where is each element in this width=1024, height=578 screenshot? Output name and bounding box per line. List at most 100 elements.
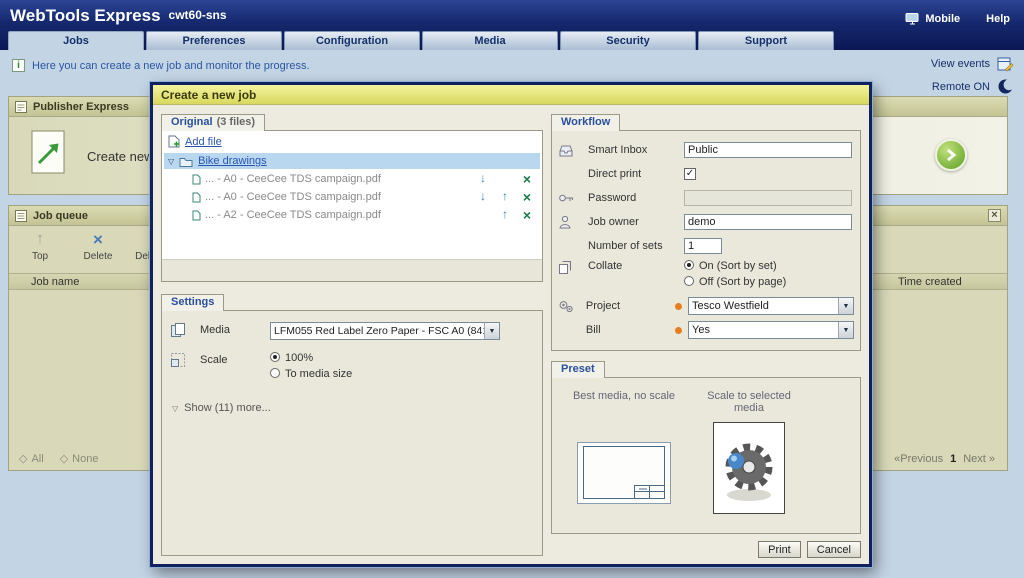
dropdown-arrow-icon[interactable] bbox=[484, 323, 499, 339]
scale-to-media-radio[interactable]: To media size bbox=[270, 368, 352, 380]
go-button[interactable] bbox=[935, 139, 967, 171]
password-icon bbox=[558, 192, 574, 204]
scale-100-radio[interactable]: 100% bbox=[270, 352, 352, 364]
folder-row[interactable]: Bike drawings bbox=[164, 153, 540, 169]
info-icon bbox=[12, 59, 25, 72]
tab-original[interactable]: Original (3 files) bbox=[161, 114, 265, 131]
media-select[interactable]: LFM055 Red Label Zero Paper - FSC A0 (84… bbox=[270, 322, 500, 340]
direct-print-checkbox[interactable] bbox=[684, 168, 696, 180]
settings-tab-label: Settings bbox=[171, 296, 214, 308]
view-events-link[interactable]: View events bbox=[931, 52, 1014, 75]
file-icon bbox=[192, 192, 201, 203]
next-page-link[interactable]: Next » bbox=[963, 453, 995, 465]
job-owner-icon bbox=[558, 215, 572, 229]
create-job-icon[interactable] bbox=[29, 129, 75, 175]
folder-link[interactable]: Bike drawings bbox=[198, 155, 266, 167]
media-value: LFM055 Red Label Zero Paper - FSC A0 (84… bbox=[271, 325, 484, 337]
help-label: Help bbox=[986, 13, 1010, 25]
top-icon bbox=[15, 230, 65, 251]
tab-configuration[interactable]: Configuration bbox=[284, 31, 420, 50]
smart-inbox-row: Smart Inbox bbox=[558, 138, 854, 162]
password-row: Password bbox=[558, 186, 854, 210]
move-down-icon[interactable] bbox=[472, 189, 494, 205]
help-link[interactable]: Help bbox=[986, 13, 1010, 25]
mobile-link[interactable]: Mobile bbox=[905, 12, 960, 25]
dialog-buttons: Print Cancel bbox=[758, 541, 861, 558]
tab-jobs[interactable]: Jobs bbox=[8, 31, 144, 50]
collapse-icon[interactable] bbox=[168, 157, 174, 166]
number-of-sets-input[interactable] bbox=[684, 238, 722, 254]
column-job-name[interactable]: Job name bbox=[31, 276, 79, 288]
preset-best-thumbnail[interactable] bbox=[577, 442, 671, 504]
project-select[interactable]: Tesco Westfield bbox=[688, 297, 854, 315]
media-icon bbox=[170, 322, 186, 338]
job-owner-input[interactable] bbox=[684, 214, 852, 230]
tab-preset[interactable]: Preset bbox=[551, 361, 605, 378]
remove-file-icon[interactable] bbox=[516, 171, 538, 187]
bill-label: Bill bbox=[586, 324, 675, 336]
collate-off-radio[interactable]: Off (Sort by page) bbox=[684, 276, 854, 288]
move-up-icon[interactable] bbox=[494, 189, 516, 205]
add-file-link[interactable]: Add file bbox=[185, 136, 222, 148]
select-all-icon bbox=[19, 452, 27, 465]
preset-box: Best media, no scale Scale to selected m… bbox=[551, 377, 861, 534]
original-tab-label: Original bbox=[171, 116, 213, 128]
tab-support[interactable]: Support bbox=[698, 31, 834, 50]
smart-inbox-input[interactable] bbox=[684, 142, 852, 158]
gear-image bbox=[714, 423, 784, 513]
preset-scale-label[interactable]: Scale to selected media bbox=[702, 390, 796, 414]
cancel-button[interactable]: Cancel bbox=[807, 541, 861, 558]
tab-preferences[interactable]: Preferences bbox=[146, 31, 282, 50]
tab-settings[interactable]: Settings bbox=[161, 294, 224, 311]
tab-workflow[interactable]: Workflow bbox=[551, 114, 620, 131]
move-up-icon[interactable] bbox=[494, 207, 516, 223]
tab-security[interactable]: Security bbox=[560, 31, 696, 50]
bill-row: Bill Yes bbox=[558, 318, 854, 342]
dropdown-arrow-icon[interactable] bbox=[838, 322, 853, 338]
dialog-title: Create a new job bbox=[153, 85, 869, 105]
remove-file-icon[interactable] bbox=[516, 189, 538, 205]
dropdown-arrow-icon[interactable] bbox=[838, 298, 853, 314]
collate-on-radio[interactable]: On (Sort by set) bbox=[684, 260, 854, 272]
collate-row: Collate On (Sort by set) Off (Sort by pa… bbox=[558, 258, 854, 294]
select-none-link[interactable]: None bbox=[60, 452, 99, 465]
top-button[interactable]: Top bbox=[15, 230, 65, 269]
move-down-icon[interactable] bbox=[472, 171, 494, 187]
close-icon[interactable] bbox=[988, 209, 1001, 222]
file-row[interactable]: ... - A0 - CeeCee TDS campaign.pdf bbox=[162, 188, 542, 206]
smart-inbox-icon bbox=[558, 143, 574, 157]
bill-select[interactable]: Yes bbox=[688, 321, 854, 339]
folder-icon bbox=[179, 156, 193, 167]
tab-media[interactable]: Media bbox=[422, 31, 558, 50]
remove-file-icon[interactable] bbox=[516, 207, 538, 223]
original-file-count: (3 files) bbox=[217, 116, 256, 128]
show-more-link[interactable]: Show (11) more... bbox=[172, 402, 542, 414]
file-list-empty-area bbox=[162, 224, 542, 259]
file-icon bbox=[192, 210, 201, 221]
preset-scale-thumbnail[interactable] bbox=[713, 422, 785, 514]
file-name: ... - A0 - CeeCee TDS campaign.pdf bbox=[205, 191, 381, 203]
expand-icon bbox=[172, 404, 178, 413]
create-job-dialog: Create a new job Original (3 files) Add f… bbox=[150, 82, 872, 567]
direct-print-label: Direct print bbox=[588, 168, 684, 180]
collate-off-label: Off (Sort by page) bbox=[699, 276, 786, 288]
info-bar: Here you can create a new job and monito… bbox=[12, 59, 310, 72]
delete-button[interactable]: Delete bbox=[73, 230, 123, 269]
remote-toggle[interactable]: Remote ON bbox=[931, 75, 1014, 98]
print-button[interactable]: Print bbox=[758, 541, 801, 558]
preset-best-label[interactable]: Best media, no scale bbox=[568, 390, 680, 402]
preset-tab-label: Preset bbox=[561, 363, 595, 375]
main-tabs: Jobs Preferences Configuration Media Sec… bbox=[8, 31, 834, 50]
current-page: 1 bbox=[950, 453, 956, 465]
collate-icon bbox=[558, 260, 572, 274]
select-all-label: All bbox=[31, 453, 43, 465]
device-name: cwt60-sns bbox=[169, 8, 227, 22]
required-indicator bbox=[675, 327, 682, 334]
original-files-box: Add file Bike drawings ... - A0 - CeeCee… bbox=[161, 130, 543, 282]
select-all-link[interactable]: All bbox=[19, 452, 44, 465]
view-events-label: View events bbox=[931, 58, 990, 70]
previous-page-link[interactable]: «Previous bbox=[894, 453, 943, 465]
column-time-created[interactable]: Time created bbox=[898, 276, 962, 288]
file-row[interactable]: ... - A0 - CeeCee TDS campaign.pdf bbox=[162, 170, 542, 188]
file-row[interactable]: ... - A2 - CeeCee TDS campaign.pdf bbox=[162, 206, 542, 224]
